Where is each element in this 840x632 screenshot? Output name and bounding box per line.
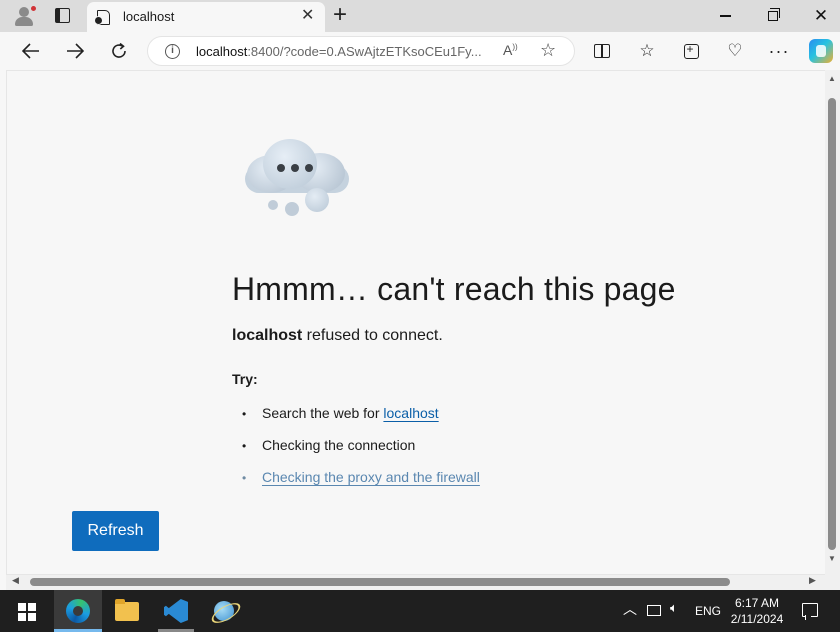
search-localhost-link[interactable]: localhost — [383, 405, 438, 421]
file-explorer-icon[interactable] — [103, 590, 151, 632]
app-icon[interactable] — [200, 590, 248, 632]
suggestion-search: • Search the web for localhost — [242, 405, 439, 421]
address-url[interactable]: localhost:8400/?code=0.ASwAjtzETKsoCEu1F… — [196, 44, 482, 59]
scroll-right-icon[interactable]: ▶ — [809, 575, 816, 586]
page-icon — [94, 10, 110, 25]
tab-title: localhost — [123, 9, 175, 24]
scroll-left-icon[interactable]: ◀ — [12, 575, 19, 586]
taskbar: ︿ 🔈︎ ENG 6:17 AM 2/11/2024 — [0, 590, 840, 632]
title-bar: localhost ✕ + ✕ — [0, 0, 840, 32]
suggestion-proxy: • Checking the proxy and the firewall — [242, 469, 480, 485]
notification-icon[interactable] — [802, 603, 818, 620]
browser-essentials-icon[interactable]: ♡ — [723, 39, 747, 63]
vertical-scrollbar[interactable]: ▲ ▼ — [825, 70, 840, 575]
favorite-star-icon[interactable]: ☆ — [540, 40, 556, 61]
scroll-up-icon[interactable]: ▲ — [828, 74, 836, 83]
chevron-up-icon[interactable]: ︿ — [623, 599, 637, 619]
minimize-button[interactable] — [702, 0, 748, 32]
info-icon[interactable]: i — [165, 44, 180, 59]
volume-icon[interactable]: 🔈︎ — [670, 600, 678, 616]
vscode-icon[interactable] — [152, 590, 200, 632]
refresh-button[interactable]: Refresh — [72, 511, 159, 551]
error-message: localhost refused to connect. — [232, 327, 443, 344]
new-tab-button[interactable]: + — [333, 2, 347, 28]
error-host: localhost — [232, 327, 303, 344]
cloud-illustration-icon — [243, 137, 353, 219]
clock-time: 6:17 AM — [734, 596, 780, 610]
browser-toolbar: i localhost:8400/?code=0.ASwAjtzETKsoCEu… — [0, 32, 840, 70]
scrollbar-corner — [825, 575, 840, 590]
favorites-icon[interactable]: ☆ — [635, 39, 659, 63]
address-bar[interactable]: i localhost:8400/?code=0.ASwAjtzETKsoCEu… — [147, 36, 575, 66]
try-label: Try: — [232, 371, 258, 387]
horizontal-scroll-thumb[interactable] — [30, 578, 730, 586]
language-indicator[interactable]: ENG — [695, 604, 721, 618]
more-icon[interactable]: ··· — [767, 39, 791, 63]
suggestion-connection: • Checking the connection — [242, 437, 416, 453]
proxy-firewall-link[interactable]: Checking the proxy and the firewall — [262, 469, 480, 485]
copilot-icon[interactable] — [809, 39, 833, 63]
horizontal-scrollbar[interactable]: ◀ ▶ — [6, 575, 825, 590]
page-content: Hmmm… can't reach this page localhost re… — [6, 70, 825, 575]
refresh-icon[interactable] — [105, 38, 133, 64]
back-icon[interactable] — [17, 38, 45, 64]
forward-icon[interactable] — [61, 38, 89, 64]
window-close-button[interactable]: ✕ — [798, 0, 840, 32]
read-aloud-icon[interactable]: A)) — [503, 42, 518, 58]
restore-button[interactable] — [750, 0, 796, 32]
tab-actions-icon[interactable] — [55, 8, 70, 23]
scroll-down-icon[interactable]: ▼ — [828, 554, 836, 563]
windows-start-icon[interactable] — [18, 603, 36, 621]
network-icon[interactable] — [647, 605, 661, 616]
edge-icon[interactable] — [54, 590, 102, 632]
tab-close-button[interactable]: ✕ — [301, 6, 314, 26]
clock-date: 2/11/2024 — [730, 612, 784, 626]
browser-tab[interactable]: localhost ✕ — [87, 2, 325, 32]
vertical-scroll-thumb[interactable] — [828, 98, 836, 550]
clock[interactable]: 6:17 AM 2/11/2024 — [728, 595, 786, 627]
collections-icon[interactable] — [679, 39, 703, 63]
split-screen-icon[interactable] — [590, 39, 614, 63]
profile-icon[interactable] — [14, 5, 37, 27]
error-heading: Hmmm… can't reach this page — [232, 271, 676, 307]
